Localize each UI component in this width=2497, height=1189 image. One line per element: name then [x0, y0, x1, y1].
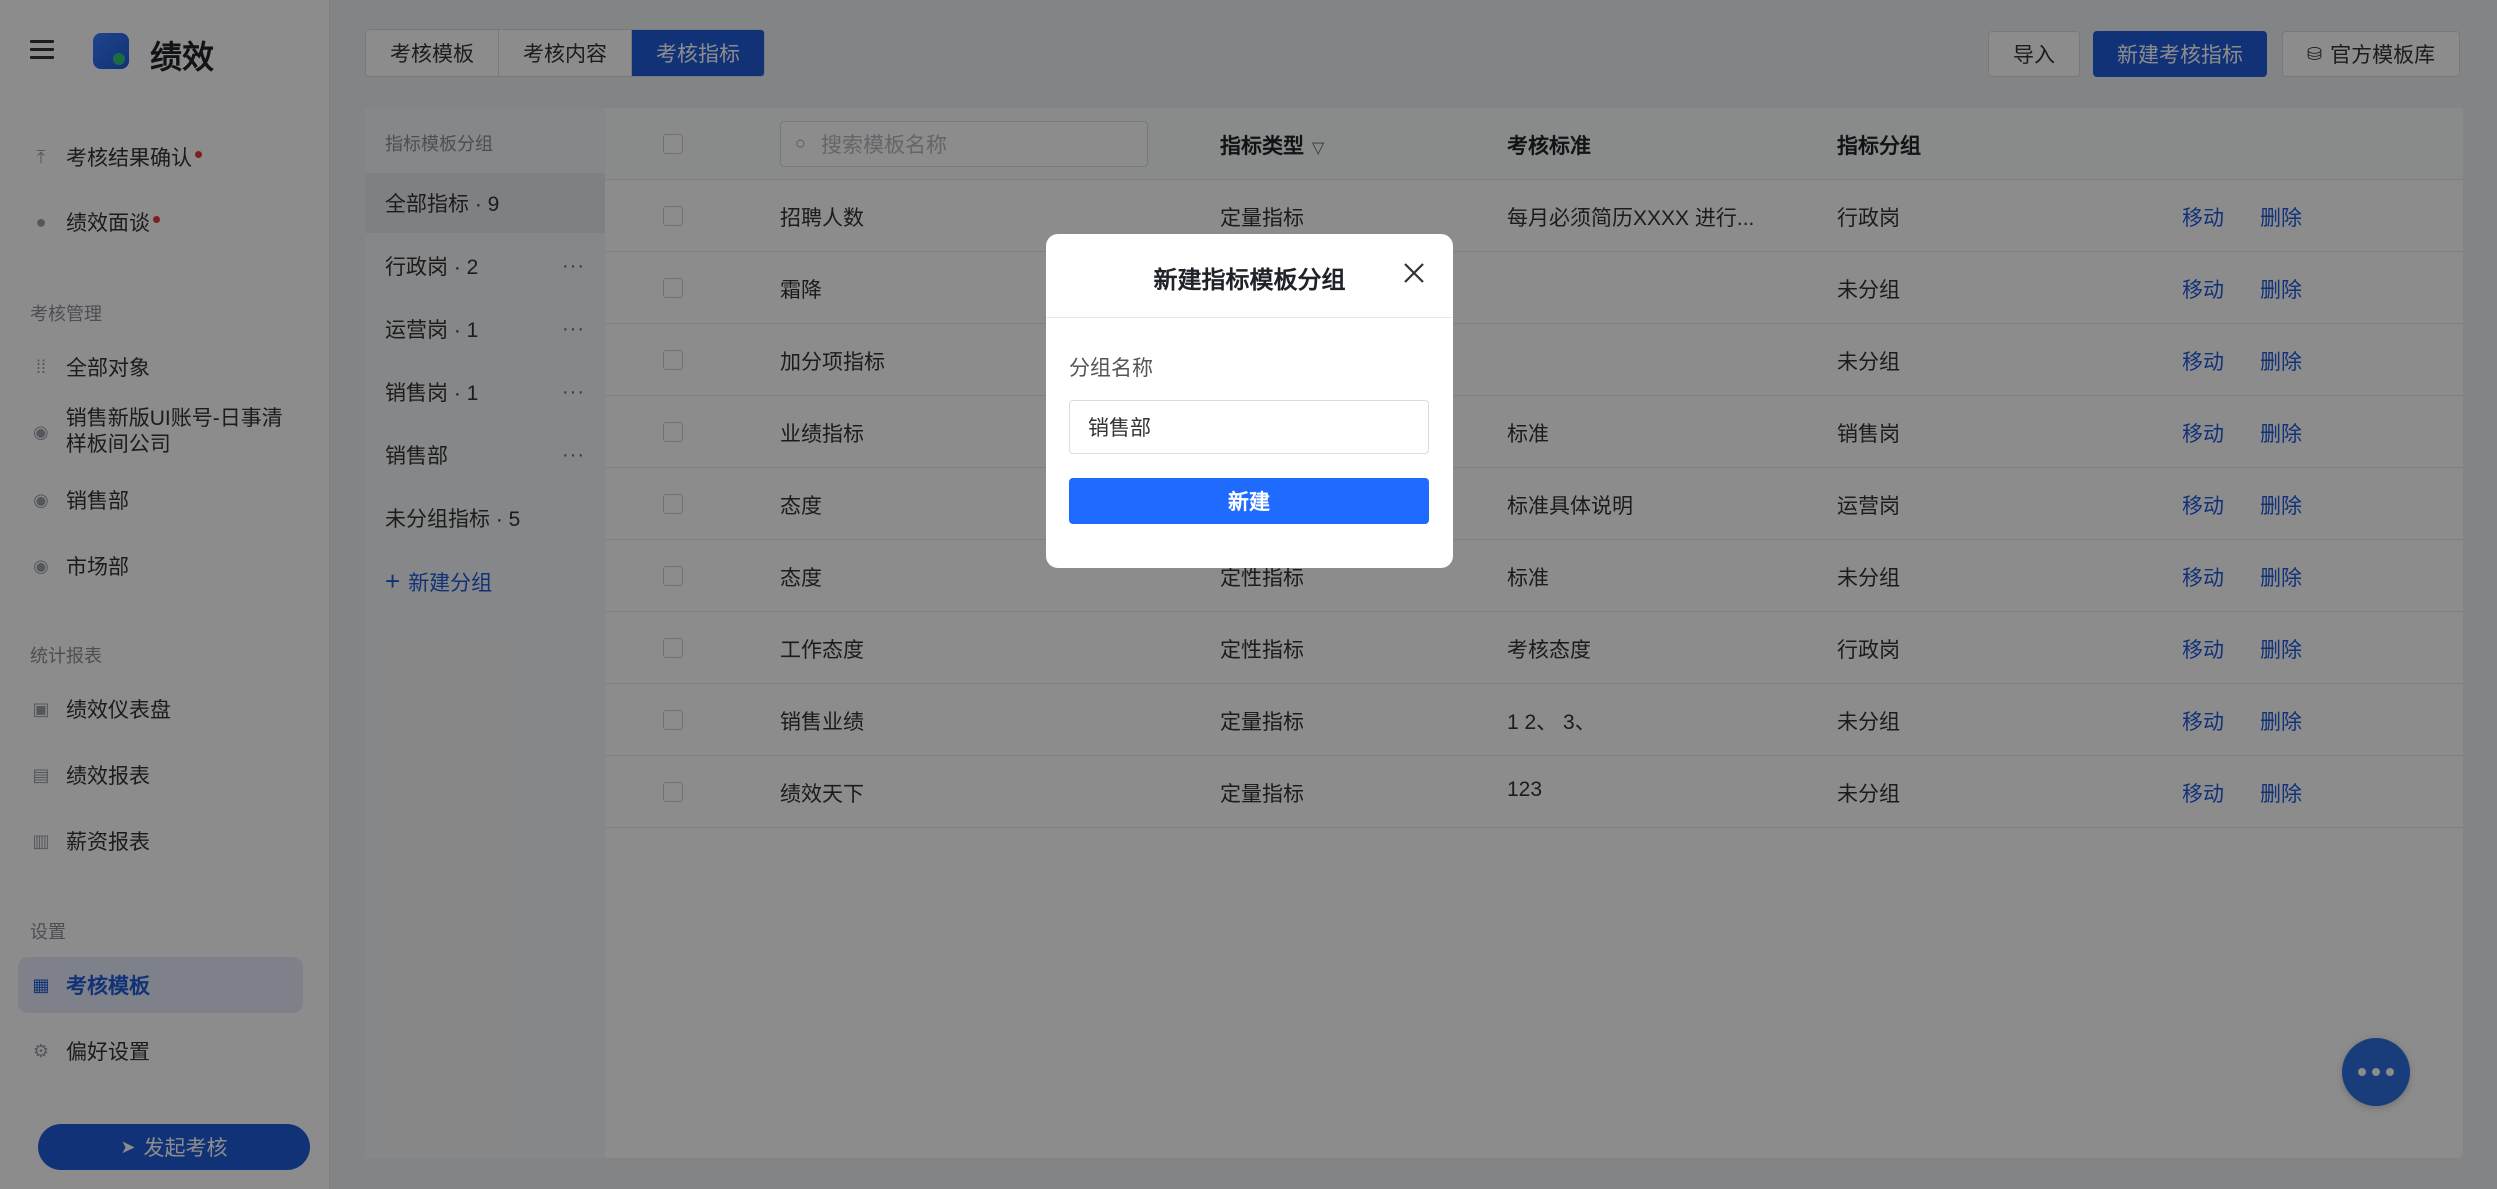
group-name-label: 分组名称 — [1069, 357, 1153, 380]
modal-overlay[interactable] — [0, 0, 2497, 1189]
new-group-modal: 新建指标模板分组 分组名称 新建 — [1046, 234, 1453, 568]
create-button[interactable]: 新建 — [1069, 478, 1429, 524]
close-icon[interactable] — [1401, 260, 1427, 286]
modal-title: 新建指标模板分组 — [1153, 267, 1346, 294]
group-name-input[interactable] — [1069, 400, 1429, 454]
modal-header: 新建指标模板分组 — [1046, 234, 1453, 318]
